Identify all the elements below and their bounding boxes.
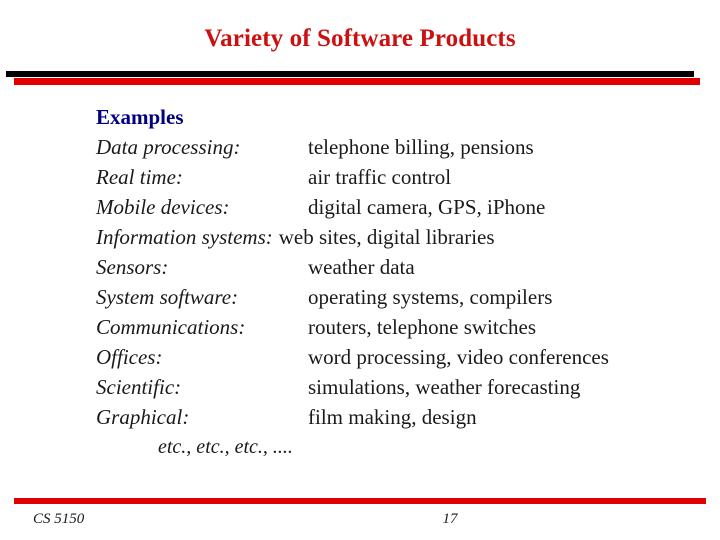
category-label: Offices: bbox=[96, 345, 163, 369]
category-label: Information systems: bbox=[96, 225, 273, 249]
etcetera-line: etc., etc., etc., .... bbox=[158, 436, 293, 458]
list-item: Graphical: film making, design bbox=[96, 403, 696, 433]
examples-heading: Examples bbox=[96, 105, 184, 129]
footer-divider-red bbox=[14, 498, 706, 504]
list-item: Sensors: weather data bbox=[96, 253, 696, 283]
footer-page-number: 17 bbox=[442, 511, 458, 527]
category-label: Data processing: bbox=[96, 135, 241, 159]
category-value: web sites, digital libraries bbox=[278, 225, 495, 249]
slide: Variety of Software Products Examples Da… bbox=[0, 0, 720, 540]
list-item: Information systems: web sites, digital l… bbox=[96, 223, 696, 253]
category-value: film making, design bbox=[308, 405, 477, 429]
category-value: telephone billing, pensions bbox=[308, 135, 534, 159]
header-divider-red bbox=[14, 78, 700, 85]
list-item: Data processing: telephone billing, pensi… bbox=[96, 133, 696, 163]
category-label: Real time: bbox=[96, 165, 183, 189]
header-divider-black bbox=[6, 71, 694, 77]
list-item: Real time: air traffic control bbox=[96, 163, 696, 193]
examples-list: Examples Data processing: telephone billi… bbox=[96, 103, 696, 463]
category-value: simulations, weather forecasting bbox=[308, 375, 581, 399]
page-title: Variety of Software Products bbox=[204, 25, 516, 52]
category-label: Communications: bbox=[96, 315, 246, 339]
category-label: Scientific: bbox=[96, 375, 182, 399]
category-value: digital camera, GPS, iPhone bbox=[308, 195, 546, 219]
list-item: Communications: routers, telephone switch… bbox=[96, 313, 696, 343]
category-label: Sensors: bbox=[96, 255, 169, 279]
list-item: Offices: word processing, video conferenc… bbox=[96, 343, 696, 373]
category-value: word processing, video conferences bbox=[308, 345, 609, 369]
category-value: air traffic control bbox=[308, 165, 452, 189]
category-label: Mobile devices: bbox=[96, 195, 230, 219]
list-item: Scientific: simulations, weather forecast… bbox=[96, 373, 696, 403]
category-label: System software: bbox=[96, 285, 239, 309]
list-item: Mobile devices: digital camera, GPS, iPho… bbox=[96, 193, 696, 223]
category-value: weather data bbox=[308, 255, 415, 279]
list-item: System software: operating systems, compi… bbox=[96, 283, 696, 313]
category-value: routers, telephone switches bbox=[308, 315, 537, 339]
category-value: operating systems, compilers bbox=[308, 285, 553, 309]
category-label: Graphical: bbox=[96, 405, 190, 429]
